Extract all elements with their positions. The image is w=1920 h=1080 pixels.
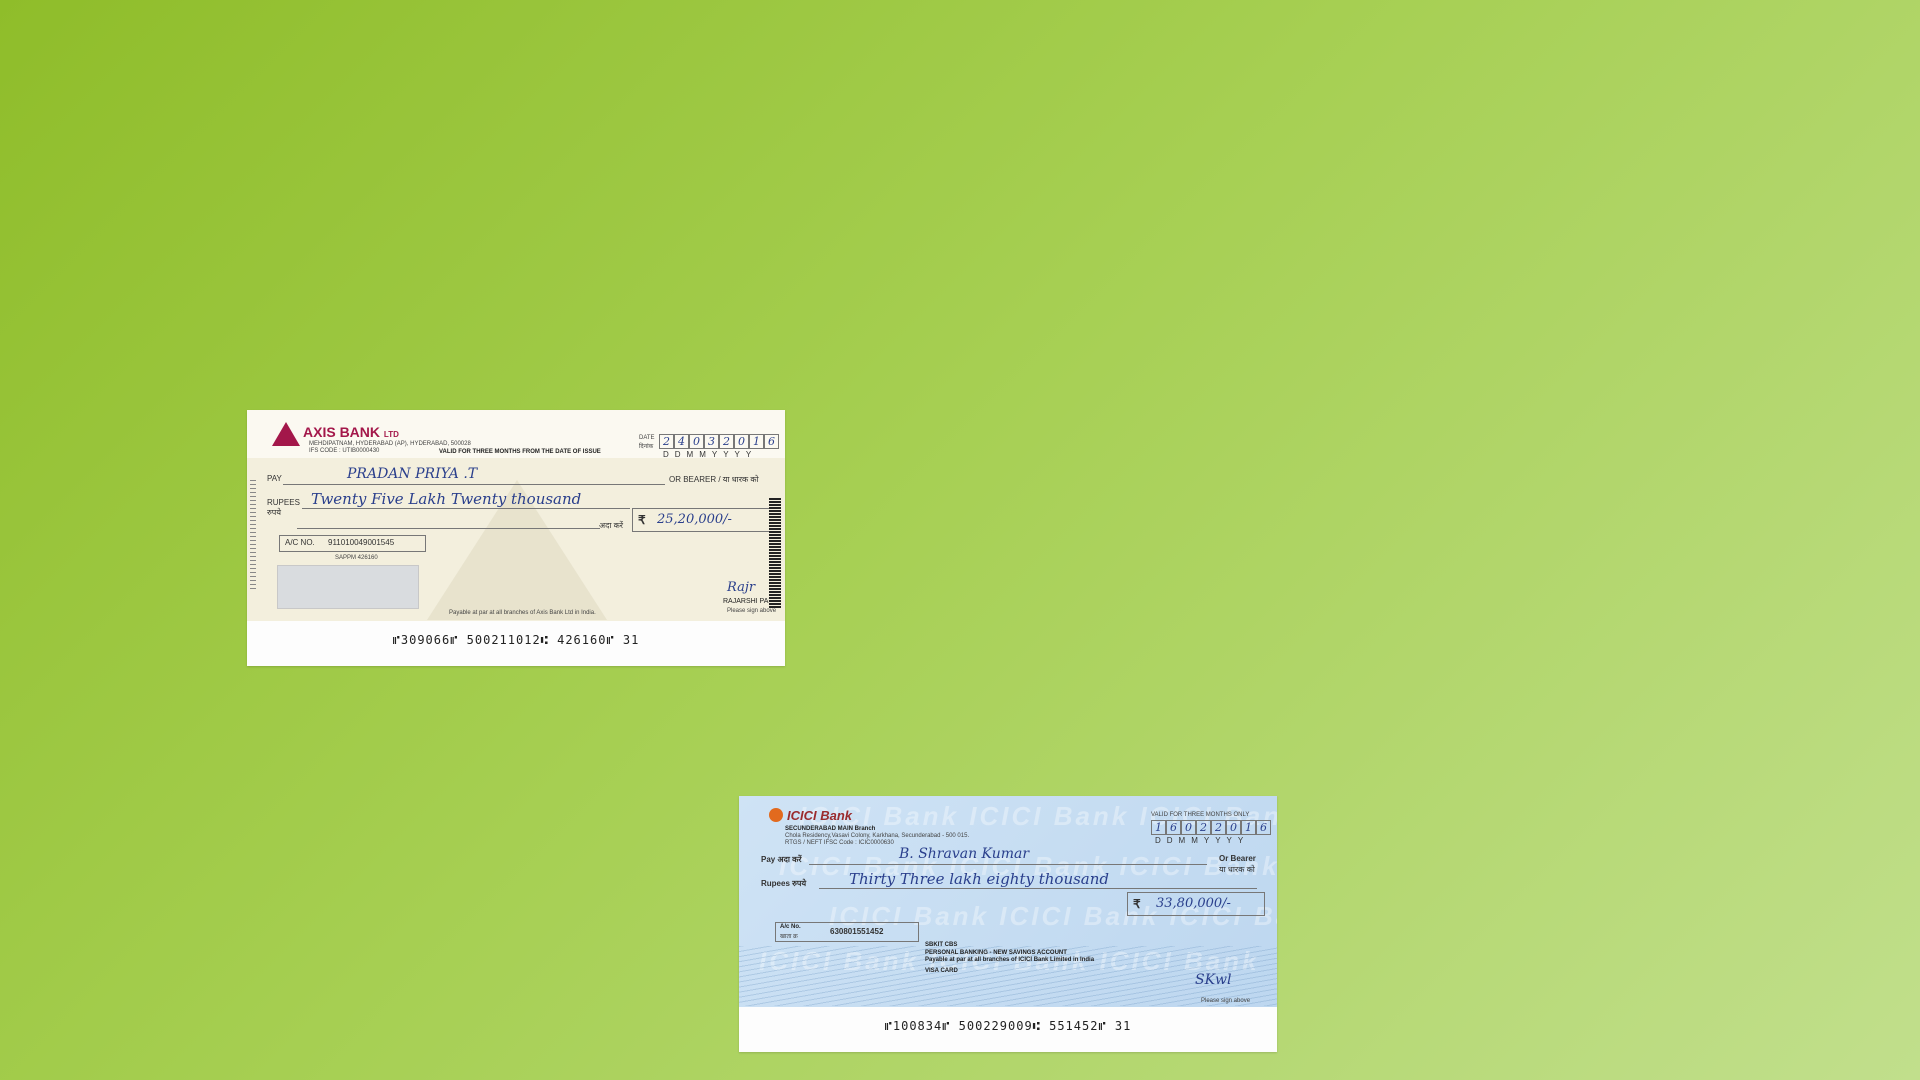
account-label-hindi: खाता क्र bbox=[780, 934, 798, 940]
rupee-symbol: ₹ bbox=[1133, 897, 1141, 911]
validity-note: VALID FOR THREE MONTHS FROM THE DATE OF … bbox=[439, 449, 601, 455]
rupees-label: RUPEES bbox=[267, 498, 300, 507]
ifsc-code: RTGS / NEFT IFSC Code : ICIC0000630 bbox=[785, 840, 894, 846]
branch-address: MEHDIPATNAM, HYDERABAD (AP), HYDERABAD, … bbox=[309, 441, 471, 447]
payable-at-par: Payable at par at all branches of Axis B… bbox=[449, 610, 596, 616]
date-digit: 6 bbox=[764, 434, 779, 449]
account-label: A/c No. bbox=[780, 924, 801, 930]
bank-name: ICICI Bank bbox=[787, 808, 853, 823]
date-digit: 3 bbox=[704, 434, 719, 449]
icici-bank-cheque: ICICI Bank ICICI Bank ICICI Bank ICICI B… bbox=[739, 796, 1277, 1052]
account-label: A/C NO. bbox=[285, 538, 315, 547]
validity-note: VALID FOR THREE MONTHS ONLY bbox=[1151, 812, 1250, 818]
date-label: DATE bbox=[639, 435, 655, 441]
bearer-label: OR BEARER / या धारक को bbox=[669, 475, 759, 484]
date-digit: 0 bbox=[1226, 820, 1241, 835]
barcode-strip bbox=[769, 498, 781, 608]
date-label-hindi: दिनांक bbox=[639, 444, 654, 450]
amount-words-line bbox=[302, 508, 630, 509]
account-number-box: A/C NO. 911010049001545 bbox=[279, 535, 426, 552]
date-digit: 1 bbox=[1151, 820, 1166, 835]
signature: Rajr bbox=[727, 580, 756, 595]
icici-logo-icon bbox=[769, 808, 783, 822]
date-digit: 0 bbox=[1181, 820, 1196, 835]
micr-band: ⑈100834⑈ 500229009⑆ 551452⑈ 31 bbox=[739, 1007, 1277, 1052]
amount-in-words: Thirty Three lakh eighty thousand bbox=[849, 870, 1110, 888]
branch-name: SECUNDERABAD MAIN Branch bbox=[785, 826, 876, 832]
sign-above-note: Please sign above bbox=[727, 608, 777, 614]
amount-words-line-2 bbox=[297, 528, 600, 529]
account-number: 911010049001545 bbox=[328, 538, 395, 547]
sign-above-note: Please sign above bbox=[1201, 998, 1251, 1004]
date-digit: 2 bbox=[1211, 820, 1226, 835]
date-digit: 4 bbox=[674, 434, 689, 449]
date-digit: 6 bbox=[1256, 820, 1271, 835]
account-number-box: A/c No. खाता क्र 630801551452 bbox=[775, 922, 919, 942]
rupee-symbol: ₹ bbox=[638, 513, 646, 527]
axis-bank-cheque: AXIS BANK LTD MEHDIPATNAM, HYDERABAD (AP… bbox=[247, 410, 785, 666]
payable-at-par: Payable at par at all branches of ICICI … bbox=[925, 957, 1095, 963]
pay-line bbox=[809, 864, 1207, 865]
payee-name: PRADAN PRIYA .T bbox=[347, 466, 478, 482]
date-digit: 1 bbox=[749, 434, 764, 449]
micr-band: ⑈309066⑈ 500211012⑆ 426160⑈ 31 bbox=[247, 621, 785, 666]
bearer-label-hindi: या धारक को bbox=[1219, 865, 1255, 874]
rupees-label-hindi: रुपये bbox=[267, 508, 281, 517]
amount-box: ₹ 33,80,000/- bbox=[1127, 892, 1265, 916]
micr-code: ⑈100834⑈ 500229009⑆ 551452⑈ 31 bbox=[884, 1019, 1132, 1033]
date-digit: 6 bbox=[1166, 820, 1181, 835]
ada-karen-label: अदा करें bbox=[599, 521, 624, 530]
signature: SKwl bbox=[1195, 972, 1232, 988]
pay-label: PAY bbox=[267, 474, 282, 483]
side-print-strip bbox=[250, 480, 256, 590]
date-digit: 1 bbox=[1241, 820, 1256, 835]
date-digit: 0 bbox=[689, 434, 704, 449]
micr-code: ⑈309066⑈ 500211012⑆ 426160⑈ 31 bbox=[392, 633, 640, 647]
account-sub-code: SAPPM 426160 bbox=[335, 555, 378, 561]
amount-in-figures: 25,20,000/- bbox=[657, 512, 732, 527]
axis-logo-icon bbox=[272, 422, 300, 446]
ifsc-code: IFS CODE : UTIB0000430 bbox=[309, 448, 380, 454]
account-type: PERSONAL BANKING - NEW SAVINGS ACCOUNT bbox=[925, 950, 1067, 956]
date-format: DDMMYYYY bbox=[1155, 836, 1250, 845]
sb-code: SBKIT CBS bbox=[925, 942, 958, 948]
amount-in-words: Twenty Five Lakh Twenty thousand bbox=[311, 490, 582, 508]
date-digit: 2 bbox=[719, 434, 734, 449]
date-digit: 2 bbox=[1196, 820, 1211, 835]
payee-name: B. Shravan Kumar bbox=[899, 846, 1030, 862]
amount-words-line bbox=[819, 888, 1257, 889]
bank-name: AXIS BANK LTD bbox=[303, 424, 399, 440]
amount-in-figures: 33,80,000/- bbox=[1156, 896, 1231, 911]
date-digit: 0 bbox=[734, 434, 749, 449]
account-number: 630801551452 bbox=[830, 927, 884, 936]
blank-stamp-area bbox=[277, 565, 419, 609]
date-boxes: 1 6 0 2 2 0 1 6 bbox=[1151, 820, 1271, 835]
pay-label: Pay अदा करें bbox=[761, 855, 802, 864]
bearer-label: Or Bearer bbox=[1219, 854, 1256, 863]
pay-line bbox=[283, 484, 665, 485]
visa-card-note: VISA CARD bbox=[925, 968, 958, 974]
date-format: DDMMYYYY bbox=[663, 450, 758, 459]
rupees-label: Rupees रुपये bbox=[761, 879, 807, 888]
branch-address: Chola Residency,Vasavi Colony, Karkhana,… bbox=[785, 833, 970, 839]
amount-box: ₹ 25,20,000/- bbox=[632, 508, 770, 532]
date-boxes: 2 4 0 3 2 0 1 6 bbox=[659, 434, 779, 449]
date-digit: 2 bbox=[659, 434, 674, 449]
signatory-name: RAJARSHI PAL bbox=[723, 598, 773, 605]
